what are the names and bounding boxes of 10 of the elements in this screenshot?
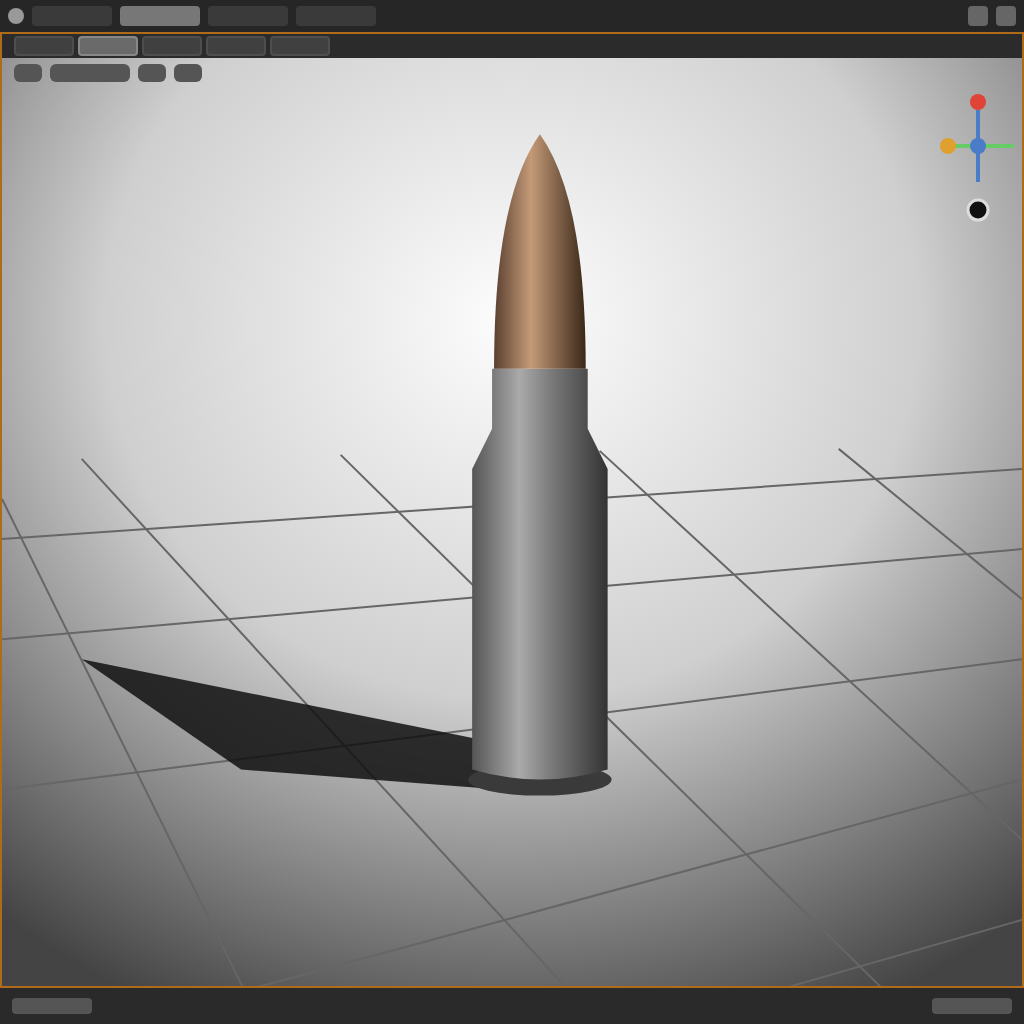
editor-tab[interactable] <box>270 36 330 56</box>
status-indicator <box>932 998 1012 1014</box>
status-indicator <box>12 998 92 1014</box>
view-button[interactable] <box>14 64 42 82</box>
editor-tab[interactable] <box>14 36 74 56</box>
mode-dropdown[interactable] <box>50 64 130 82</box>
workspace-tab[interactable] <box>120 6 200 26</box>
app-logo-icon[interactable] <box>8 8 24 24</box>
view-button[interactable] <box>174 64 202 82</box>
view-button[interactable] <box>138 64 166 82</box>
